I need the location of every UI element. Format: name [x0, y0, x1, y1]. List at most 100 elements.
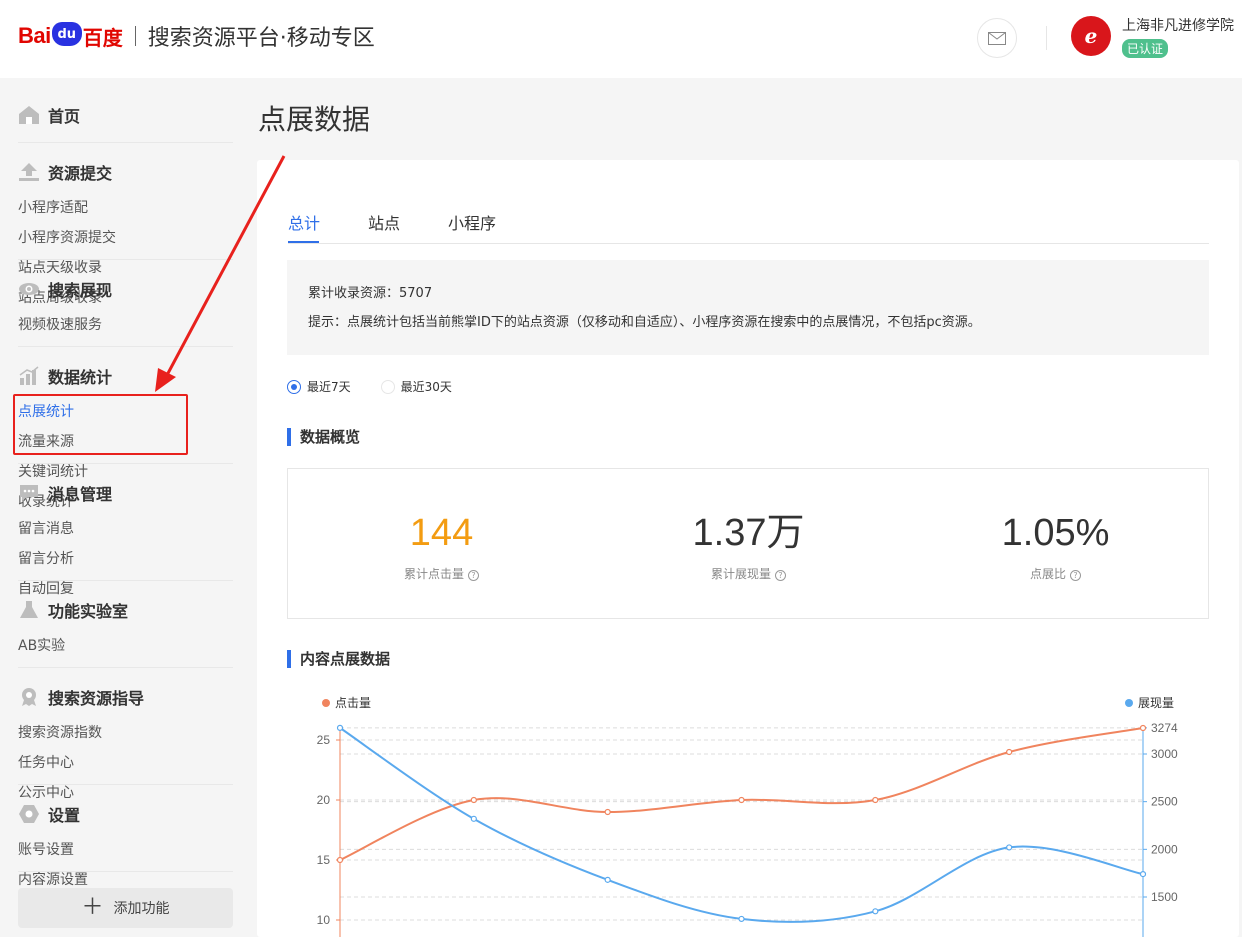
radio-label-last-30-days[interactable]: 最近30天 — [401, 378, 452, 395]
sidebar-divider — [18, 346, 233, 347]
platform-title: 搜索资源平台·移动专区 — [147, 26, 375, 51]
home-icon — [18, 104, 40, 126]
tab-site[interactable]: 站点 — [368, 210, 400, 234]
sidebar-home-label: 首页 — [48, 107, 81, 126]
left-tick-label: 10 — [317, 913, 331, 927]
user-name[interactable]: 上海非凡进修学院 — [1122, 15, 1234, 35]
sidebar-divider — [18, 580, 233, 581]
sidebar-divider — [18, 259, 233, 260]
upload-icon — [18, 161, 40, 183]
sidebar-head-settings[interactable]: 设置 — [18, 801, 233, 827]
sidebar-divider — [18, 784, 233, 785]
flask-icon — [18, 599, 40, 621]
logo-separator — [134, 26, 136, 46]
sidebar-head-message[interactable]: 消息管理 — [18, 480, 233, 506]
logo-bai-text: Bai — [18, 23, 51, 48]
sidebar-section-settings: 设置 账号设置 内容源设置 — [18, 801, 233, 895]
data-point-clicks — [336, 856, 344, 864]
add-function-button[interactable]: ＋ 添加功能 — [18, 888, 233, 928]
data-point-impressions — [1006, 844, 1013, 851]
sidebar-head-lab[interactable]: 功能实验室 — [18, 597, 233, 623]
sidebar-head-guide[interactable]: 搜索资源指导 — [18, 684, 233, 710]
tab-total[interactable]: 总计 — [288, 210, 320, 234]
stat-ctr-label: 点展比 — [1029, 567, 1066, 581]
radio-label-last-7-days[interactable]: 最近7天 — [307, 378, 351, 395]
sidebar-title-lab: 功能实验室 — [48, 602, 129, 621]
data-point-impressions — [872, 908, 879, 915]
data-point-clicks — [604, 808, 611, 816]
stat-ctr-value: 1.05% — [1001, 512, 1110, 554]
sidebar-item-home[interactable]: 首页 — [18, 102, 233, 128]
sidebar-section-search-display: 搜索展现 视频极速服务 — [18, 276, 233, 340]
sidebar-item-message-analysis[interactable]: 留言分析 — [18, 544, 126, 574]
top-header: Bai du 百度 搜索资源平台·移动专区 ℯ 上海非凡进修学院 已认证 — [0, 0, 1242, 78]
baidu-logo[interactable]: Bai du 百度 搜索资源平台·移动专区 — [18, 20, 375, 52]
data-point-impressions — [738, 915, 745, 923]
plus-icon: ＋ — [81, 895, 104, 920]
left-tick-label: 20 — [317, 793, 331, 807]
sidebar-head-search-display[interactable]: 搜索展现 — [18, 276, 233, 302]
sidebar-item-miniapp-adapt[interactable]: 小程序适配 — [18, 193, 126, 223]
help-icon[interactable]: ? — [1070, 570, 1081, 581]
tab-miniapp[interactable]: 小程序 — [448, 210, 496, 234]
avatar[interactable]: ℯ — [1071, 16, 1111, 56]
sidebar-item-resource-index[interactable]: 搜索资源指数 — [18, 718, 126, 748]
sidebar-section-message: 消息管理 留言消息 留言分析 自动回复 — [18, 480, 233, 604]
sidebar-divider — [18, 667, 233, 668]
data-point-impressions — [470, 815, 477, 822]
sidebar-divider — [18, 463, 233, 464]
content-section-title: 内容点展数据 — [287, 650, 390, 668]
logo-paw-icon: du — [51, 22, 82, 46]
help-icon[interactable]: ? — [775, 570, 786, 581]
sidebar-item-miniapp-submit[interactable]: 小程序资源提交 — [18, 223, 126, 253]
logo-cn-text: 百度 — [82, 25, 123, 50]
line-chart: 点击量 展现量 10 15 20 25 1500 2000 2500 3000 3274 — [287, 688, 1209, 937]
annotation-highlight-box — [13, 394, 188, 455]
hexagon-gear-icon — [18, 803, 40, 825]
sidebar-head-data-stats[interactable]: 数据统计 — [18, 363, 233, 389]
left-tick-label: 25 — [317, 733, 331, 747]
help-icon[interactable]: ? — [468, 570, 479, 581]
radio-last-30-days[interactable] — [380, 379, 395, 394]
sidebar-item-video-speed[interactable]: 视频极速服务 — [18, 310, 126, 340]
right-tick-label: 3000 — [1151, 747, 1178, 761]
mail-button[interactable] — [977, 18, 1017, 58]
stat-ctr: 1.05% 点展比? — [902, 509, 1209, 582]
chart-plot: 10 15 20 25 1500 2000 2500 3000 3274 — [317, 721, 1178, 937]
page-title: 点展数据 — [258, 103, 371, 136]
data-point-clicks — [1006, 748, 1013, 756]
right-tick-label: 2500 — [1151, 795, 1178, 809]
verified-badge: 已认证 — [1122, 39, 1169, 58]
stat-impressions-label: 累计展现量 — [710, 567, 771, 581]
sidebar-head-resource-submit[interactable]: 资源提交 — [18, 159, 233, 185]
data-point-impressions — [1139, 871, 1147, 878]
radio-last-7-days[interactable] — [287, 379, 301, 394]
data-point-clicks — [470, 796, 477, 804]
data-point-clicks — [872, 796, 879, 804]
right-tick-label: 2000 — [1151, 842, 1178, 856]
sidebar-divider — [18, 142, 233, 143]
stat-clicks-value: 144 — [409, 512, 474, 554]
eye-icon — [18, 278, 40, 300]
right-tick-label: 3274 — [1151, 721, 1178, 735]
tab-active-underline — [288, 241, 319, 243]
sidebar-item-ab-test[interactable]: AB实验 — [18, 631, 126, 661]
stat-clicks-label: 累计点击量 — [403, 567, 464, 581]
sidebar-title-resource-submit: 资源提交 — [48, 164, 113, 183]
data-point-impressions — [604, 876, 611, 883]
stat-impressions: 1.37万 累计展现量? — [595, 509, 902, 582]
sidebar-item-task-center[interactable]: 任务中心 — [18, 748, 126, 778]
sidebar-title-guide: 搜索资源指导 — [48, 689, 145, 708]
chat-bubble-icon — [18, 482, 40, 504]
avatar-glyph: ℯ — [1084, 24, 1098, 48]
header-divider — [1046, 26, 1047, 50]
overview-section-title: 数据概览 — [287, 428, 360, 446]
bar-chart-icon — [18, 365, 40, 387]
sidebar-item-account-settings[interactable]: 账号设置 — [18, 835, 126, 865]
sidebar-title-message: 消息管理 — [48, 485, 113, 504]
sidebar-item-message-inbox[interactable]: 留言消息 — [18, 514, 126, 544]
sidebar-title-data-stats: 数据统计 — [48, 368, 113, 387]
data-point-impressions — [336, 724, 344, 731]
sidebar-section-lab: 功能实验室 AB实验 — [18, 597, 233, 661]
sidebar-title-search-display: 搜索展现 — [48, 281, 113, 300]
